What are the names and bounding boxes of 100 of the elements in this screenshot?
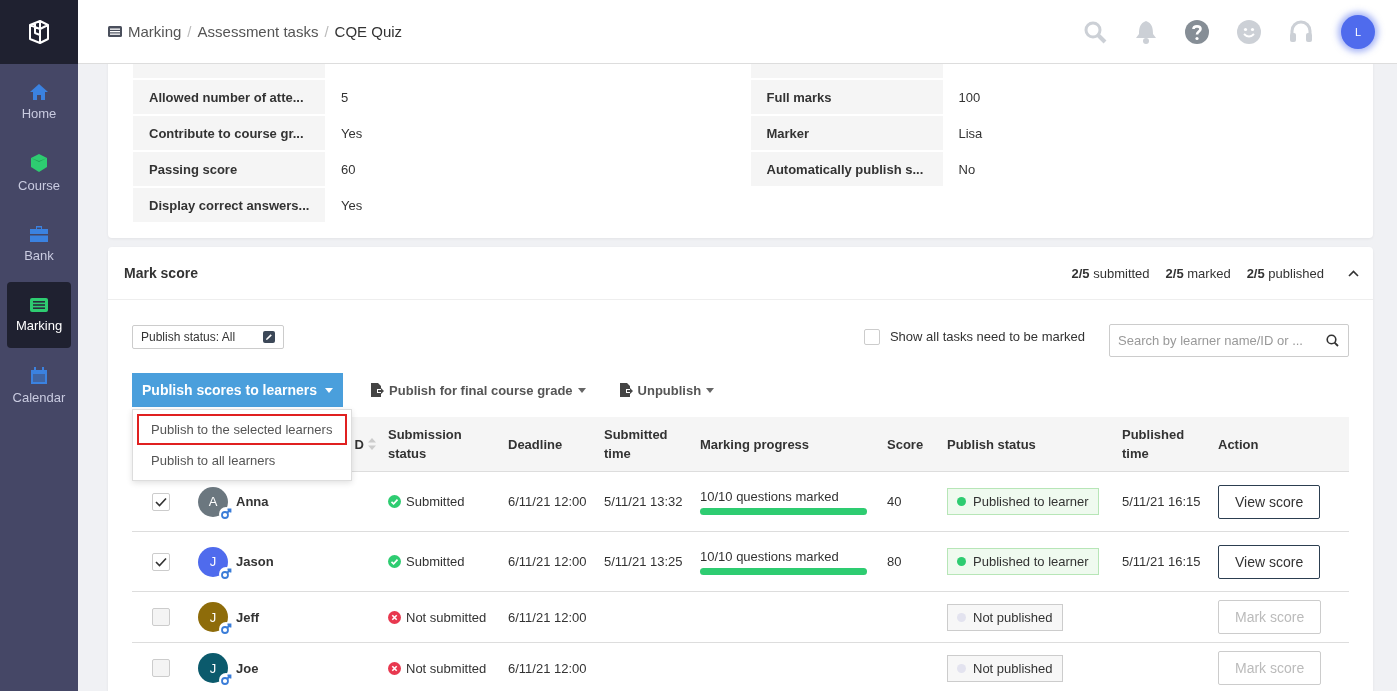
- breadcrumb-separator: /: [324, 23, 329, 40]
- publish-grade-dropdown-button[interactable]: Publish for final course grade: [365, 381, 592, 399]
- field-label: Automatically publish s...: [750, 152, 943, 186]
- field-label: Marker: [750, 116, 943, 150]
- breadcrumb-separator: /: [187, 23, 192, 40]
- home-icon: [30, 83, 48, 100]
- bell-icon[interactable]: [1135, 19, 1157, 44]
- table-cell: 40: [887, 494, 902, 509]
- field-label: Display correct answers...: [133, 188, 325, 222]
- column-header: Action: [1218, 436, 1259, 452]
- checkbox-label: Show all tasks need to be marked: [889, 329, 1085, 344]
- score-button[interactable]: View score: [1218, 484, 1321, 519]
- table-cell: 6/11/21 12:00: [508, 554, 587, 569]
- field-value: 100: [957, 89, 981, 105]
- check-icon: [155, 556, 167, 567]
- submission-status: Not submitted: [406, 660, 487, 676]
- nav-item[interactable]: Marking: [7, 282, 71, 348]
- field-label: Allowed number of atte...: [133, 80, 325, 114]
- export-file-icon: [371, 383, 385, 397]
- summary-count: 2/5 submitted: [1071, 265, 1150, 281]
- list-icon: [30, 297, 48, 312]
- table-cell: 5/11/21 13:25: [604, 554, 683, 569]
- check-circle-icon: [388, 495, 401, 508]
- search-icon: [1326, 334, 1339, 347]
- breadcrumb-current: CQE Quiz: [334, 23, 403, 40]
- sort-icon[interactable]: [368, 437, 376, 451]
- table-cell: 6/11/21 12:00: [508, 609, 587, 625]
- progress-label: 10/10 questions marked: [700, 548, 840, 564]
- score-button[interactable]: View score: [1218, 544, 1321, 579]
- breadcrumb-link[interactable]: Assessment tasks: [197, 23, 319, 40]
- search-field[interactable]: Search by learner name/ID or ...: [1109, 324, 1349, 357]
- submission-status: Submitted: [406, 554, 465, 569]
- column-header: Submitted time: [604, 427, 668, 461]
- column-header: D: [354, 435, 364, 454]
- status-tag: Published to learner: [947, 548, 1099, 575]
- field-value: Yes: [340, 197, 363, 213]
- status-tag: Not published: [947, 603, 1063, 631]
- checkbox[interactable]: [863, 328, 880, 345]
- field-value: No: [957, 161, 976, 177]
- nav-item[interactable]: Calendar: [7, 353, 71, 419]
- field-value: Yes: [340, 125, 363, 141]
- caret-icon: [577, 387, 586, 393]
- status-tag: Published to learner: [947, 488, 1099, 515]
- headset-icon[interactable]: [1289, 19, 1313, 44]
- row-checkbox[interactable]: [152, 552, 170, 571]
- summary-count: 2/5 marked: [1165, 265, 1231, 281]
- row-checkbox[interactable]: [152, 659, 170, 677]
- column-header: Submission status: [388, 427, 462, 461]
- submission-status: Not submitted: [406, 609, 487, 625]
- field-label: Full marks: [750, 80, 943, 114]
- chevron-icon[interactable]: [1348, 269, 1359, 277]
- table-cell: 80: [887, 554, 902, 569]
- nav-item[interactable]: Bank: [7, 211, 71, 277]
- table-cell: 5/11/21 16:15: [1122, 494, 1201, 509]
- error-circle-icon: [388, 610, 401, 624]
- field-value: 5: [340, 89, 349, 105]
- row-checkbox[interactable]: [152, 492, 170, 511]
- filter-field[interactable]: Publish status: All: [132, 324, 285, 349]
- nav-item[interactable]: Home: [7, 69, 71, 135]
- caret-icon: [325, 387, 334, 393]
- error-circle-icon: [388, 661, 401, 675]
- progress-label: 10/10 questions marked: [700, 488, 840, 504]
- submission-status: Submitted: [406, 494, 465, 509]
- unpublish-dropdown-button[interactable]: Unpublish: [613, 381, 721, 399]
- export-file-icon: [619, 383, 633, 397]
- menu-item[interactable]: Publish to the selected learners: [137, 414, 347, 445]
- column-header: Deadline: [508, 436, 563, 452]
- male-icon: [219, 673, 233, 687]
- table-cell: 6/11/21 12:00: [508, 494, 587, 509]
- table-cell: 6/11/21 12:00: [508, 660, 587, 676]
- learner-name: Jason: [236, 554, 274, 569]
- check-icon: [155, 496, 167, 507]
- logo-icon: [27, 19, 51, 45]
- field-value: 60: [340, 161, 356, 177]
- table-cell: 5/11/21 16:15: [1122, 554, 1201, 569]
- list-icon: [108, 26, 122, 37]
- nav-item[interactable]: Course: [7, 140, 71, 206]
- status-tag: Not published: [947, 654, 1063, 682]
- learner-name: Joe: [236, 660, 259, 676]
- cube-icon: [30, 153, 48, 172]
- caret-icon: [706, 387, 715, 393]
- toolbox-icon: [30, 225, 48, 242]
- field-label: Passing score: [133, 152, 325, 186]
- column-header: Publish status: [947, 436, 1036, 452]
- row-checkbox[interactable]: [152, 608, 170, 626]
- search-icon[interactable]: [1083, 19, 1107, 44]
- check-circle-icon: [388, 555, 401, 568]
- table-cell: 5/11/21 13:32: [604, 494, 683, 509]
- calendar-icon: [31, 367, 47, 384]
- edit-icon: [263, 330, 276, 343]
- field-label: Contribute to course gr...: [133, 116, 325, 150]
- breadcrumb-link[interactable]: Marking: [128, 23, 182, 40]
- smiley-icon[interactable]: [1237, 19, 1261, 44]
- help-icon[interactable]: [1185, 19, 1209, 44]
- column-header: Published time: [1122, 427, 1185, 461]
- male-icon: [219, 506, 233, 521]
- user-avatar[interactable]: L: [1341, 14, 1375, 49]
- column-header: Marking progress: [700, 436, 810, 452]
- menu-item[interactable]: Publish to all learners: [137, 445, 347, 476]
- male-icon: [219, 622, 233, 636]
